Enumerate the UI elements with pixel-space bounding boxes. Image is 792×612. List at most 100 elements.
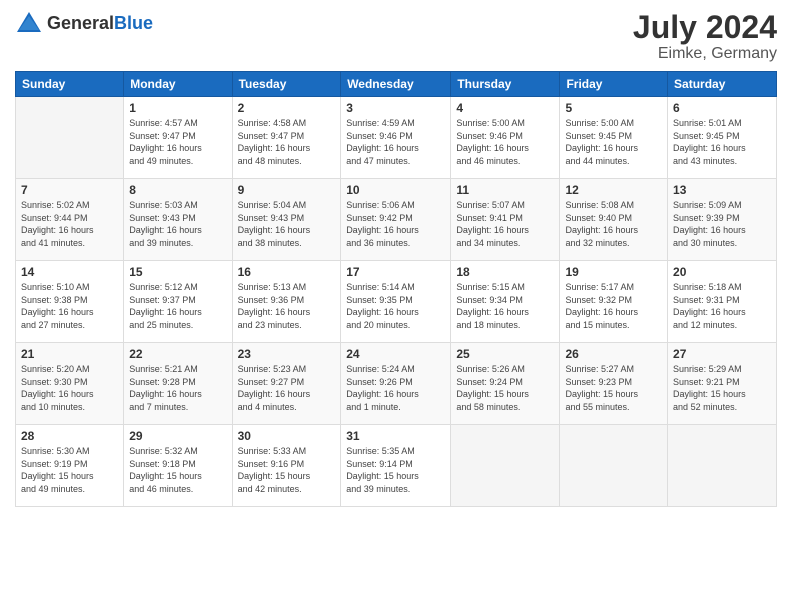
day-number: 14 (21, 265, 118, 279)
day-number: 20 (673, 265, 771, 279)
table-row: 23Sunrise: 5:23 AM Sunset: 9:27 PM Dayli… (232, 343, 341, 425)
day-number: 12 (565, 183, 662, 197)
table-row (668, 425, 777, 507)
calendar-week-row: 21 Sunrise: 5:20 AM Sunset: 9:30 PM Dayli… (16, 343, 777, 425)
table-row: 18Sunrise: 5:15 AM Sunset: 9:34 PM Dayli… (451, 261, 560, 343)
table-row: 1 Sunrise: 4:57 AM Sunset: 9:47 PM Daylig… (124, 97, 232, 179)
day-number: 22 (129, 347, 226, 361)
day-info: Sunrise: 5:01 AM Sunset: 9:45 PM Dayligh… (673, 117, 771, 167)
month-year: July 2024 (633, 10, 777, 45)
col-thursday: Thursday (451, 72, 560, 97)
day-number: 24 (346, 347, 445, 361)
table-row: 24 Sunrise: 5:24 AM Sunset: 9:26 PM Dayli… (341, 343, 451, 425)
table-row: 20 Sunrise: 5:18 AM Sunset: 9:31 PM Dayli… (668, 261, 777, 343)
table-row: 27Sunrise: 5:29 AM Sunset: 9:21 PM Dayli… (668, 343, 777, 425)
day-info: Sunrise: 5:12 AM Sunset: 9:37 PM Dayligh… (129, 281, 226, 331)
day-number: 25 (456, 347, 554, 361)
day-number: 31 (346, 429, 445, 443)
header: GeneralBlue July 2024 Eimke, Germany (15, 10, 777, 63)
day-info: Sunrise: 5:03 AM Sunset: 9:43 PM Dayligh… (129, 199, 226, 249)
day-info: Sunrise: 5:24 AM Sunset: 9:26 PM Dayligh… (346, 363, 445, 413)
day-info: Sunrise: 5:26 AM Sunset: 9:24 PM Dayligh… (456, 363, 554, 413)
day-number: 8 (129, 183, 226, 197)
logo-general: GeneralBlue (47, 14, 153, 34)
day-info: Sunrise: 5:00 AM Sunset: 9:45 PM Dayligh… (565, 117, 662, 167)
page: GeneralBlue July 2024 Eimke, Germany Sun… (0, 0, 792, 612)
table-row: 7Sunrise: 5:02 AM Sunset: 9:44 PM Daylig… (16, 179, 124, 261)
day-number: 23 (238, 347, 336, 361)
table-row: 16 Sunrise: 5:13 AM Sunset: 9:36 PM Dayli… (232, 261, 341, 343)
day-number: 4 (456, 101, 554, 115)
calendar-week-row: 28 Sunrise: 5:30 AM Sunset: 9:19 PM Dayli… (16, 425, 777, 507)
table-row: 17 Sunrise: 5:14 AM Sunset: 9:35 PM Dayli… (341, 261, 451, 343)
day-info: Sunrise: 5:07 AM Sunset: 9:41 PM Dayligh… (456, 199, 554, 249)
day-number: 5 (565, 101, 662, 115)
calendar-week-row: 1 Sunrise: 4:57 AM Sunset: 9:47 PM Daylig… (16, 97, 777, 179)
day-number: 28 (21, 429, 118, 443)
day-number: 6 (673, 101, 771, 115)
day-info: Sunrise: 5:18 AM Sunset: 9:31 PM Dayligh… (673, 281, 771, 331)
day-number: 13 (673, 183, 771, 197)
table-row: 3 Sunrise: 4:59 AM Sunset: 9:46 PM Daylig… (341, 97, 451, 179)
day-info: Sunrise: 5:09 AM Sunset: 9:39 PM Dayligh… (673, 199, 771, 249)
table-row: 14 Sunrise: 5:10 AM Sunset: 9:38 PM Dayli… (16, 261, 124, 343)
col-tuesday: Tuesday (232, 72, 341, 97)
table-row: 28 Sunrise: 5:30 AM Sunset: 9:19 PM Dayli… (16, 425, 124, 507)
day-number: 21 (21, 347, 118, 361)
col-sunday: Sunday (16, 72, 124, 97)
table-row (560, 425, 668, 507)
day-number: 7 (21, 183, 118, 197)
col-friday: Friday (560, 72, 668, 97)
table-row (16, 97, 124, 179)
table-row: 22 Sunrise: 5:21 AM Sunset: 9:28 PM Dayli… (124, 343, 232, 425)
logo: GeneralBlue (15, 10, 153, 38)
day-number: 30 (238, 429, 336, 443)
day-info: Sunrise: 5:33 AM Sunset: 9:16 PM Dayligh… (238, 445, 336, 495)
day-info: Sunrise: 5:04 AM Sunset: 9:43 PM Dayligh… (238, 199, 336, 249)
table-row: 11Sunrise: 5:07 AM Sunset: 9:41 PM Dayli… (451, 179, 560, 261)
day-info: Sunrise: 5:10 AM Sunset: 9:38 PM Dayligh… (21, 281, 118, 331)
logo-icon (15, 10, 43, 38)
day-info: Sunrise: 4:57 AM Sunset: 9:47 PM Dayligh… (129, 117, 226, 167)
col-monday: Monday (124, 72, 232, 97)
table-row: 19 Sunrise: 5:17 AM Sunset: 9:32 PM Dayli… (560, 261, 668, 343)
day-number: 17 (346, 265, 445, 279)
day-number: 3 (346, 101, 445, 115)
table-row: 9 Sunrise: 5:04 AM Sunset: 9:43 PM Daylig… (232, 179, 341, 261)
day-number: 16 (238, 265, 336, 279)
day-number: 29 (129, 429, 226, 443)
day-info: Sunrise: 5:21 AM Sunset: 9:28 PM Dayligh… (129, 363, 226, 413)
day-info: Sunrise: 4:58 AM Sunset: 9:47 PM Dayligh… (238, 117, 336, 167)
day-info: Sunrise: 5:29 AM Sunset: 9:21 PM Dayligh… (673, 363, 771, 413)
day-number: 9 (238, 183, 336, 197)
day-info: Sunrise: 5:06 AM Sunset: 9:42 PM Dayligh… (346, 199, 445, 249)
table-row: 5 Sunrise: 5:00 AM Sunset: 9:45 PM Daylig… (560, 97, 668, 179)
day-info: Sunrise: 5:30 AM Sunset: 9:19 PM Dayligh… (21, 445, 118, 495)
table-row: 10 Sunrise: 5:06 AM Sunset: 9:42 PM Dayli… (341, 179, 451, 261)
table-row: 31Sunrise: 5:35 AM Sunset: 9:14 PM Dayli… (341, 425, 451, 507)
table-row: 21 Sunrise: 5:20 AM Sunset: 9:30 PM Dayli… (16, 343, 124, 425)
day-info: Sunrise: 5:14 AM Sunset: 9:35 PM Dayligh… (346, 281, 445, 331)
day-info: Sunrise: 5:17 AM Sunset: 9:32 PM Dayligh… (565, 281, 662, 331)
day-info: Sunrise: 4:59 AM Sunset: 9:46 PM Dayligh… (346, 117, 445, 167)
calendar-header-row: Sunday Monday Tuesday Wednesday Thursday… (16, 72, 777, 97)
day-number: 1 (129, 101, 226, 115)
table-row: 12 Sunrise: 5:08 AM Sunset: 9:40 PM Dayli… (560, 179, 668, 261)
calendar-week-row: 7Sunrise: 5:02 AM Sunset: 9:44 PM Daylig… (16, 179, 777, 261)
table-row: 6 Sunrise: 5:01 AM Sunset: 9:45 PM Daylig… (668, 97, 777, 179)
day-info: Sunrise: 5:13 AM Sunset: 9:36 PM Dayligh… (238, 281, 336, 331)
day-number: 26 (565, 347, 662, 361)
table-row: 8 Sunrise: 5:03 AM Sunset: 9:43 PM Daylig… (124, 179, 232, 261)
calendar-week-row: 14 Sunrise: 5:10 AM Sunset: 9:38 PM Dayli… (16, 261, 777, 343)
title-section: July 2024 Eimke, Germany (633, 10, 777, 63)
table-row: 29Sunrise: 5:32 AM Sunset: 9:18 PM Dayli… (124, 425, 232, 507)
day-number: 10 (346, 183, 445, 197)
day-number: 19 (565, 265, 662, 279)
day-info: Sunrise: 5:20 AM Sunset: 9:30 PM Dayligh… (21, 363, 118, 413)
table-row: 2Sunrise: 4:58 AM Sunset: 9:47 PM Daylig… (232, 97, 341, 179)
day-info: Sunrise: 5:15 AM Sunset: 9:34 PM Dayligh… (456, 281, 554, 331)
day-info: Sunrise: 5:08 AM Sunset: 9:40 PM Dayligh… (565, 199, 662, 249)
day-info: Sunrise: 5:27 AM Sunset: 9:23 PM Dayligh… (565, 363, 662, 413)
calendar: Sunday Monday Tuesday Wednesday Thursday… (15, 71, 777, 507)
location: Eimke, Germany (633, 45, 777, 63)
